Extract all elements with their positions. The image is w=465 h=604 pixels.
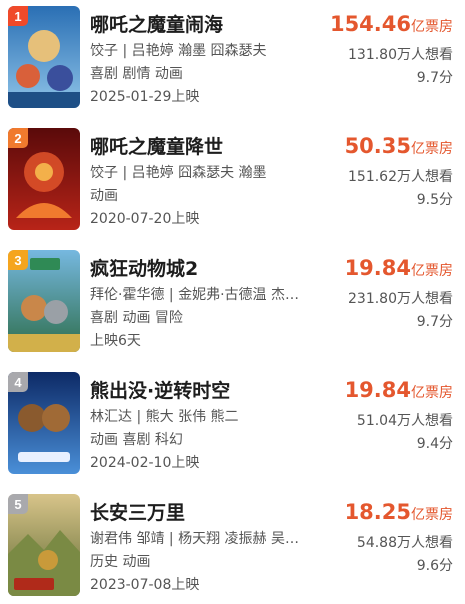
release-date: 2020-07-20上映: [90, 211, 200, 227]
movie-title[interactable]: 熊出没·逆转时空: [90, 376, 230, 403]
box-office-value: 154.46: [329, 12, 411, 36]
want-to-see: 54.88万人想看: [356, 535, 453, 551]
release-date: 2023-07-08上映: [90, 577, 200, 593]
rating-score: 9.7分: [416, 70, 453, 86]
box-office-value: 18.25: [344, 500, 411, 524]
movie-poster[interactable]: 4: [8, 372, 80, 474]
movie-cast: 拜伦·霍华德 | 金妮弗·古德温 杰…: [90, 287, 299, 303]
movie-cast: 谢君伟 邹靖 | 杨天翔 凌振赫 吴…: [90, 531, 299, 547]
movie-cast: 饺子 | 吕艳婷 瀚墨 囧森瑟夫: [90, 43, 267, 59]
box-office: 154.46亿票房: [330, 12, 453, 36]
movie-title[interactable]: 哪吒之魔童闹海: [90, 10, 223, 37]
movie-genre: 动画 喜剧 科幻: [90, 432, 183, 448]
movie-cast: 林汇达 | 熊大 张伟 熊二: [90, 409, 239, 425]
rank-badge: 5: [8, 494, 28, 514]
movie-genre: 喜剧 剧情 动画: [90, 66, 183, 82]
box-office-unit: 亿票房: [411, 507, 453, 523]
movie-item[interactable]: 3 疯狂动物城2 拜伦·霍华德 | 金妮弗·古德温 杰… 喜剧 动画 冒险 上映…: [0, 250, 465, 360]
box-office-unit: 亿票房: [411, 141, 453, 157]
box-office: 18.25亿票房: [345, 500, 453, 524]
movie-item[interactable]: 5 长安三万里 谢君伟 邹靖 | 杨天翔 凌振赫 吴… 历史 动画 2023-0…: [0, 494, 465, 604]
box-office: 50.35亿票房: [345, 134, 453, 158]
movie-poster[interactable]: 1: [8, 6, 80, 108]
box-office-unit: 亿票房: [411, 385, 453, 401]
box-office: 19.84亿票房: [345, 256, 453, 280]
box-office-value: 19.84: [344, 378, 411, 402]
rank-badge: 3: [8, 250, 28, 270]
movie-title[interactable]: 哪吒之魔童降世: [90, 132, 223, 159]
box-office: 19.84亿票房: [345, 378, 453, 402]
movie-cast: 饺子 | 吕艳婷 囧森瑟夫 瀚墨: [90, 165, 267, 181]
rating-score: 9.6分: [416, 558, 453, 574]
want-to-see: 51.04万人想看: [356, 413, 453, 429]
want-to-see: 231.80万人想看: [348, 291, 453, 307]
box-office-value: 50.35: [344, 134, 411, 158]
box-office-unit: 亿票房: [411, 263, 453, 279]
release-date: 2025-01-29上映: [90, 89, 200, 105]
rating-score: 9.7分: [416, 314, 453, 330]
movie-item[interactable]: 1 哪吒之魔童闹海 饺子 | 吕艳婷 瀚墨 囧森瑟夫 喜剧 剧情 动画 2025…: [0, 6, 465, 116]
movie-item[interactable]: 4 熊出没·逆转时空 林汇达 | 熊大 张伟 熊二 动画 喜剧 科幻 2024-…: [0, 372, 465, 482]
box-office-value: 19.84: [344, 256, 411, 280]
movie-title[interactable]: 疯狂动物城2: [90, 254, 198, 281]
release-date: 上映6天: [90, 333, 141, 349]
movie-title[interactable]: 长安三万里: [90, 498, 185, 525]
rank-badge: 4: [8, 372, 28, 392]
movie-item[interactable]: 2 哪吒之魔童降世 饺子 | 吕艳婷 囧森瑟夫 瀚墨 动画 2020-07-20…: [0, 128, 465, 238]
movie-poster[interactable]: 5: [8, 494, 80, 596]
movie-poster[interactable]: 3: [8, 250, 80, 352]
release-date: 2024-02-10上映: [90, 455, 200, 471]
rating-score: 9.4分: [416, 436, 453, 452]
movie-genre: 历史 动画: [90, 554, 151, 570]
rating-score: 9.5分: [416, 192, 453, 208]
movie-list: 1 哪吒之魔童闹海 饺子 | 吕艳婷 瀚墨 囧森瑟夫 喜剧 剧情 动画 2025…: [0, 0, 465, 600]
rank-badge: 2: [8, 128, 28, 148]
movie-genre: 动画: [90, 188, 118, 204]
movie-genre: 喜剧 动画 冒险: [90, 310, 183, 326]
want-to-see: 151.62万人想看: [348, 169, 453, 185]
box-office-unit: 亿票房: [411, 19, 453, 35]
movie-poster[interactable]: 2: [8, 128, 80, 230]
want-to-see: 131.80万人想看: [348, 47, 453, 63]
rank-badge: 1: [8, 6, 28, 26]
